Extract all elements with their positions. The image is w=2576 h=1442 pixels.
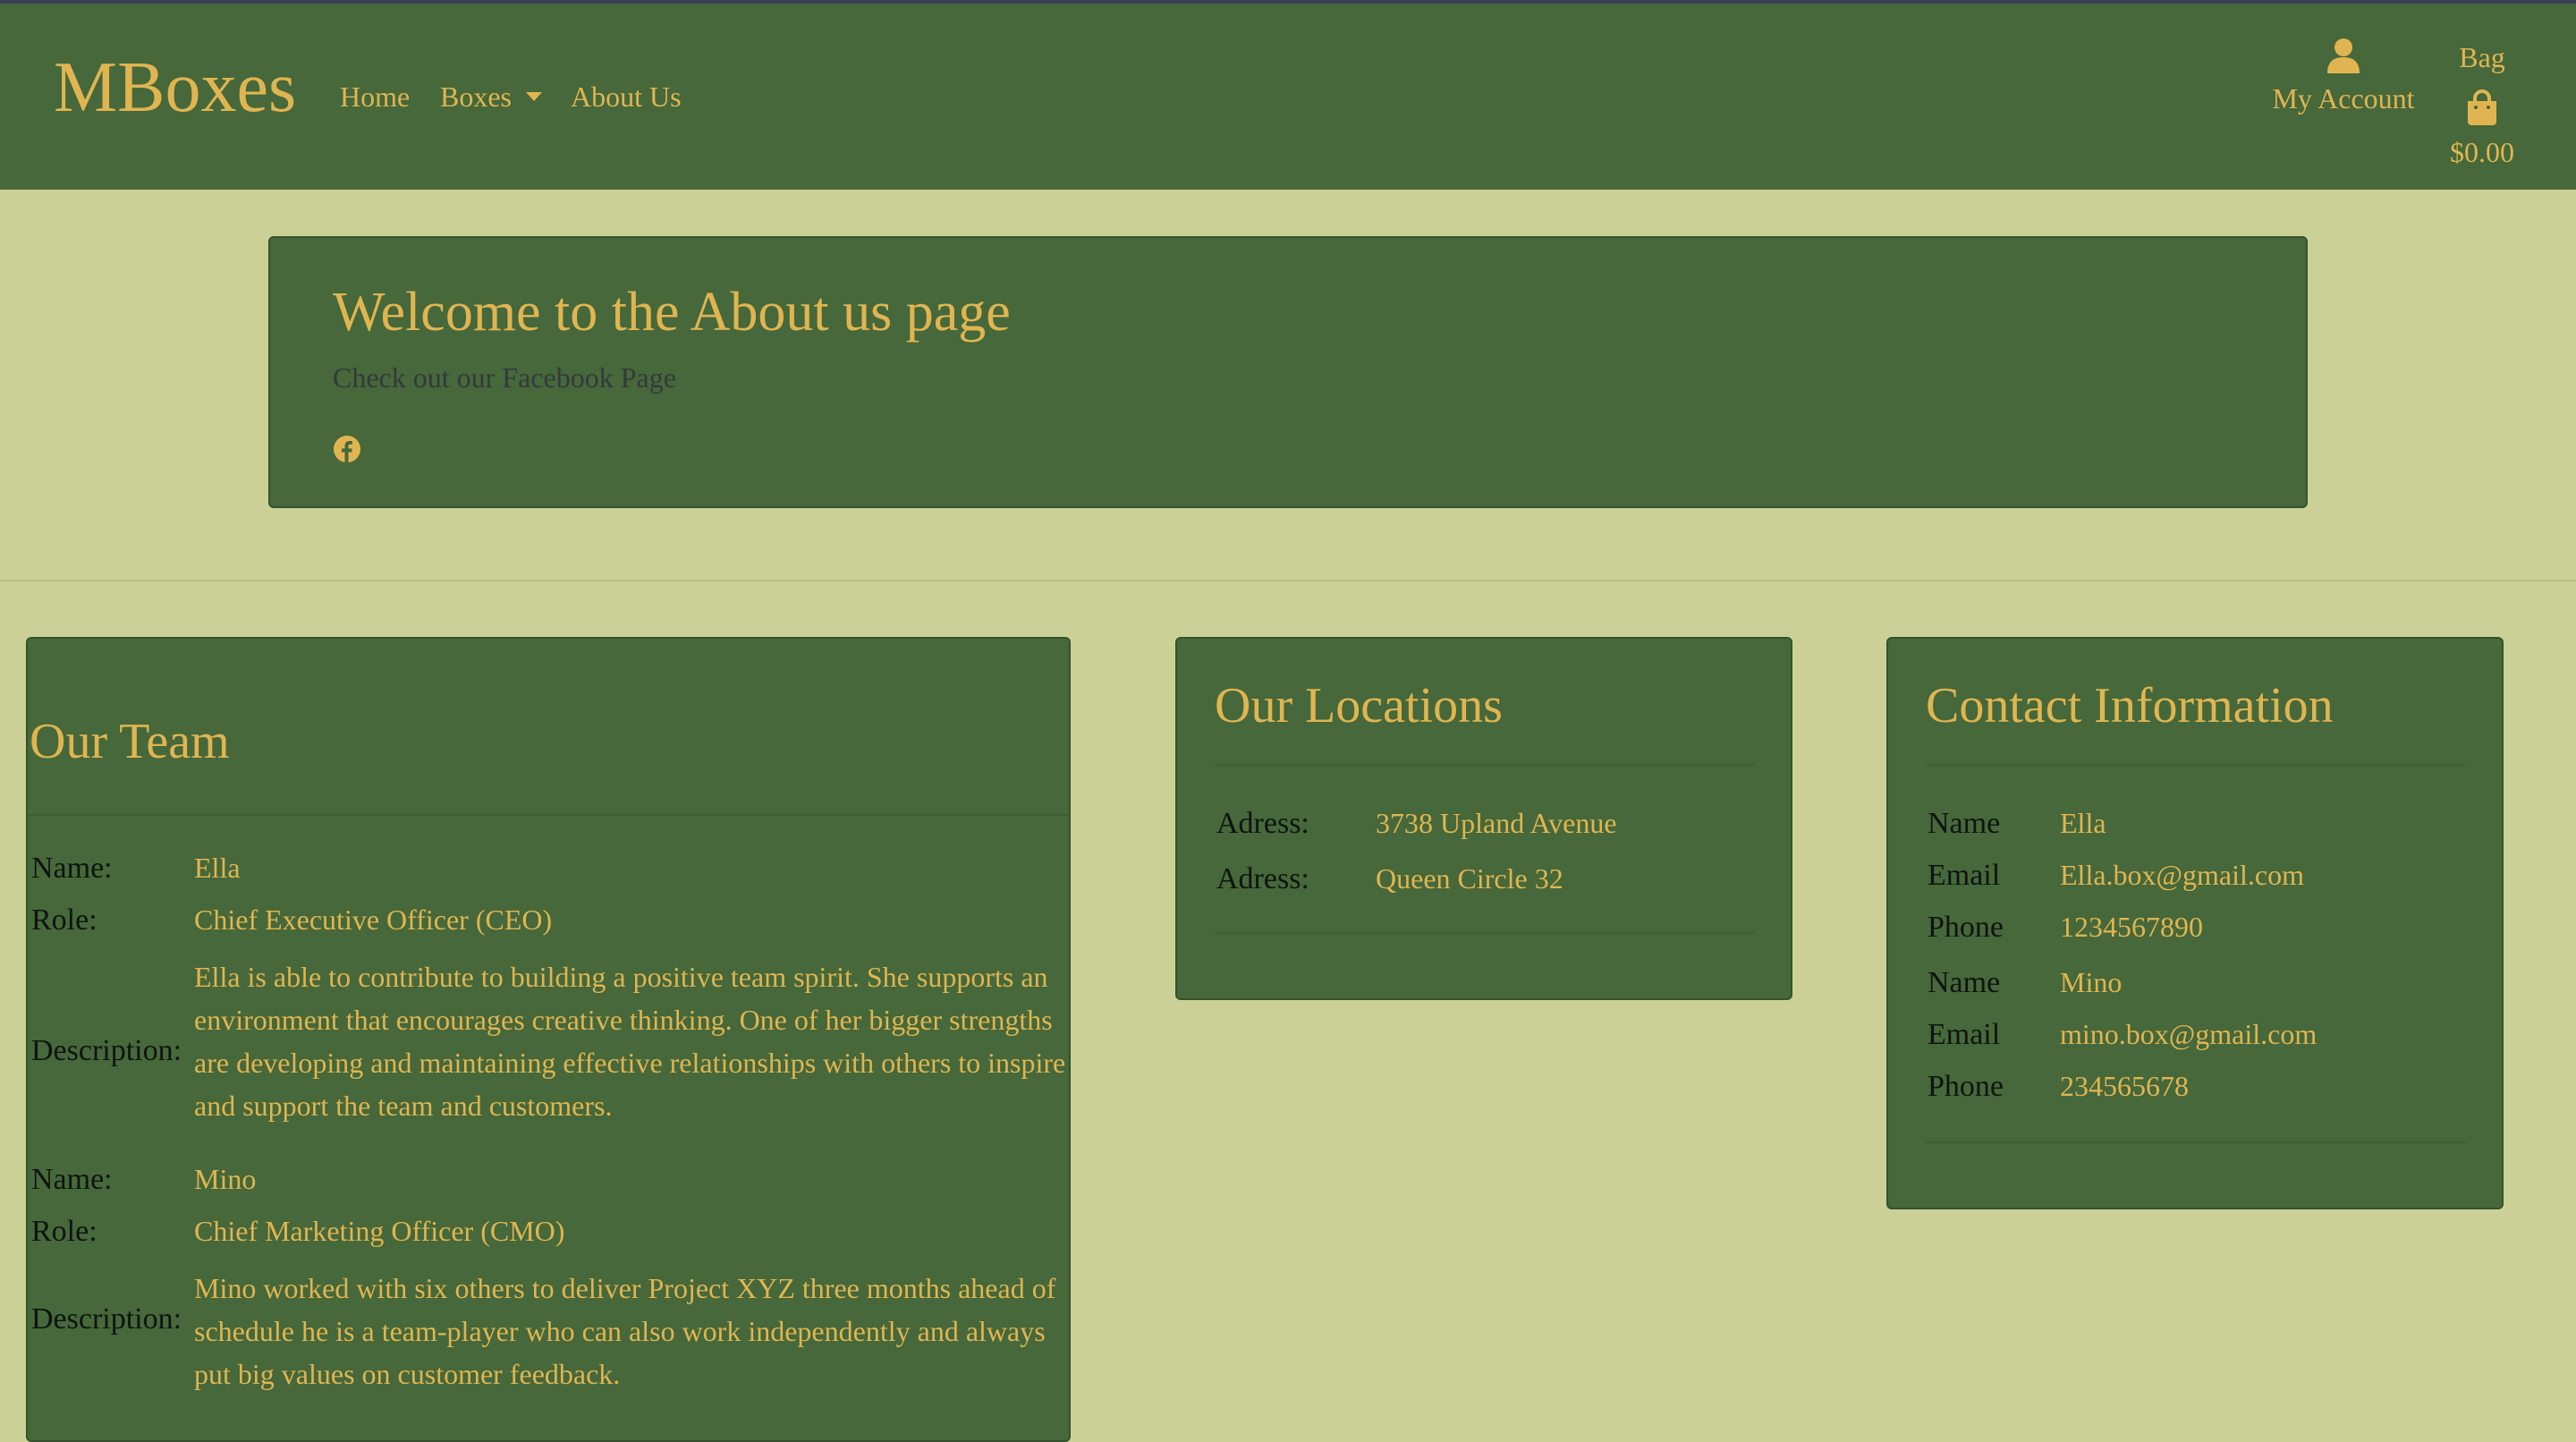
team-description-label: Description: — [31, 1302, 182, 1336]
bag-link[interactable]: Bag $0.00 — [2437, 43, 2527, 166]
facebook-caption: Check out our Facebook Page — [333, 361, 676, 394]
user-icon — [2327, 38, 2360, 73]
navbar: MBoxes Home Boxes About Us My Account Ba… — [0, 4, 2576, 190]
locations-bottom-divider — [1215, 932, 1755, 934]
team-member-description: Mino worked with six others to deliver P… — [194, 1272, 1056, 1390]
nav-about[interactable]: About Us — [571, 82, 682, 111]
my-account-link[interactable]: My Account — [2263, 38, 2424, 115]
team-member-description: Ella is able to contribute to building a… — [194, 961, 1066, 1122]
contact-phone-label: Phone — [1928, 911, 2004, 944]
contact-email-label: Email — [1928, 859, 2001, 892]
contact-phone: 234565678 — [2060, 1070, 2189, 1102]
locations-card: Our Locations Adress: 3738 Upland Avenue… — [1175, 637, 1792, 1000]
section-divider — [0, 580, 2576, 581]
team-description-label: Description: — [31, 1034, 182, 1067]
team-role-label: Role: — [31, 903, 97, 937]
locations-title: Our Locations — [1215, 678, 1503, 734]
brand-logo[interactable]: MBoxes — [54, 52, 296, 123]
contact-phone-label: Phone — [1928, 1070, 2004, 1103]
location-address: Queen Circle 32 — [1376, 862, 1563, 895]
my-account-label: My Account — [2272, 82, 2415, 115]
nav-boxes-label: Boxes — [440, 81, 512, 113]
team-card: Our Team Name: Ella Role: Chief Executiv… — [26, 637, 1071, 1442]
team-name-label: Name: — [31, 852, 113, 885]
team-member-name: Mino — [194, 1163, 257, 1195]
location-label: Adress: — [1216, 862, 1309, 895]
contact-email[interactable]: mino.box@gmail.com — [2060, 1018, 2317, 1051]
shopping-bag-icon — [2468, 89, 2496, 125]
contact-bottom-divider — [1926, 1141, 2466, 1143]
team-member-role: Chief Executive Officer (CEO) — [194, 903, 553, 936]
facebook-icon[interactable] — [333, 435, 361, 463]
team-title-divider — [28, 814, 1069, 816]
page-title: Welcome to the About us page — [333, 282, 1011, 343]
team-role-label: Role: — [31, 1215, 97, 1248]
bag-label: Bag — [2459, 41, 2505, 73]
contact-card: Contact Information Name Ella Email Ella… — [1886, 637, 2504, 1209]
contact-title-divider — [1926, 764, 2466, 766]
contact-title: Contact Information — [1926, 678, 2334, 734]
nav-boxes-dropdown[interactable]: Boxes — [440, 82, 542, 111]
contact-name: Ella — [2060, 807, 2106, 839]
team-member-role: Chief Marketing Officer (CMO) — [194, 1215, 565, 1247]
chevron-down-icon — [526, 92, 542, 101]
location-label: Adress: — [1216, 807, 1309, 840]
locations-title-divider — [1215, 764, 1755, 766]
team-name-label: Name: — [31, 1163, 113, 1196]
nav-home[interactable]: Home — [340, 82, 410, 111]
team-member-name: Ella — [194, 852, 241, 884]
team-title: Our Team — [30, 714, 230, 769]
contact-phone: 1234567890 — [2060, 911, 2203, 943]
contact-name-label: Name — [1928, 966, 2001, 999]
location-address: 3738 Upland Avenue — [1376, 807, 1617, 839]
contact-email-label: Email — [1928, 1018, 2001, 1051]
welcome-banner: Welcome to the About us page Check out o… — [268, 236, 2308, 508]
contact-name-label: Name — [1928, 807, 2001, 840]
contact-email[interactable]: Ella.box@gmail.com — [2060, 859, 2304, 892]
contact-name: Mino — [2060, 966, 2123, 998]
bag-total: $0.00 — [2450, 136, 2514, 168]
